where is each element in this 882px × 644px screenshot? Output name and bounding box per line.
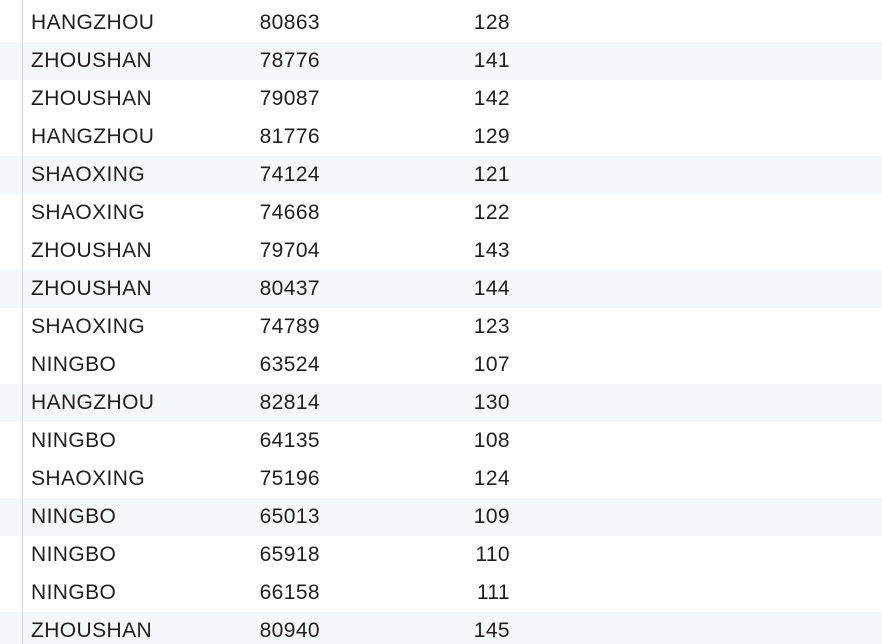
value2-cell: 128	[473, 11, 510, 34]
value2-cell: 108	[473, 429, 510, 452]
value1-cell: 65013	[259, 505, 320, 528]
table-row[interactable]: ZHOUSHAN 78776 141	[0, 42, 882, 80]
table-row[interactable]: ZHOUSHAN 80437 144	[0, 270, 882, 308]
value1-cell: 80940	[259, 619, 320, 642]
value2-cell: 123	[473, 315, 510, 338]
table-row[interactable]: SHAOXING 75196 124	[0, 460, 882, 498]
data-table-viewport: HANGZHOU 80863 128 ZHOUSHAN 78776 141 ZH…	[0, 0, 882, 644]
value1-cell: 81776	[259, 125, 320, 148]
value1-cell: 74668	[259, 201, 320, 224]
value2-cell: 107	[473, 353, 510, 376]
value1-cell: 80437	[259, 277, 320, 300]
table-row[interactable]: SHAOXING 74124 121	[0, 156, 882, 194]
value2-cell: 145	[473, 619, 510, 642]
table-row[interactable]: NINGBO 66158 111	[0, 574, 882, 612]
data-table: HANGZHOU 80863 128 ZHOUSHAN 78776 141 ZH…	[0, 4, 882, 644]
value1-cell: 75196	[259, 467, 320, 490]
value2-cell: 111	[476, 581, 510, 604]
value2-cell: 129	[473, 125, 510, 148]
table-row[interactable]: SHAOXING 74668 122	[0, 194, 882, 232]
value2-cell: 143	[473, 239, 510, 262]
value1-cell: 66158	[259, 581, 320, 604]
value1-cell: 79704	[259, 239, 320, 262]
value1-cell: 80863	[259, 11, 320, 34]
value1-cell: 64135	[259, 429, 320, 452]
value2-cell: 130	[473, 391, 510, 414]
value2-cell: 121	[473, 163, 510, 186]
table-row[interactable]: NINGBO 65918 110	[0, 536, 882, 574]
value2-cell: 141	[473, 49, 510, 72]
table-row[interactable]: ZHOUSHAN 79704 143	[0, 232, 882, 270]
value2-cell: 144	[473, 277, 510, 300]
table-row[interactable]: HANGZHOU 80863 128	[0, 4, 882, 42]
value1-cell: 74789	[259, 315, 320, 338]
value2-cell: 122	[473, 201, 510, 224]
value2-cell: 124	[473, 467, 510, 490]
value1-cell: 74124	[259, 163, 320, 186]
value1-cell: 78776	[259, 49, 320, 72]
value2-cell: 110	[475, 543, 510, 566]
table-row[interactable]: ZHOUSHAN 79087 142	[0, 80, 882, 118]
value2-cell: 142	[473, 87, 510, 110]
value1-cell: 79087	[259, 87, 320, 110]
table-row[interactable]: ZHOUSHAN 80940 145	[0, 612, 882, 644]
table-row[interactable]: NINGBO 64135 108	[0, 422, 882, 460]
left-column-divider	[22, 0, 23, 644]
table-row[interactable]: NINGBO 65013 109	[0, 498, 882, 536]
value1-cell: 65918	[259, 543, 320, 566]
table-row[interactable]: SHAOXING 74789 123	[0, 308, 882, 346]
table-row[interactable]: NINGBO 63524 107	[0, 346, 882, 384]
value1-cell: 82814	[259, 391, 320, 414]
value1-cell: 63524	[259, 353, 320, 376]
value2-cell: 109	[473, 505, 510, 528]
table-row[interactable]: HANGZHOU 81776 129	[0, 118, 882, 156]
table-row[interactable]: HANGZHOU 82814 130	[0, 384, 882, 422]
